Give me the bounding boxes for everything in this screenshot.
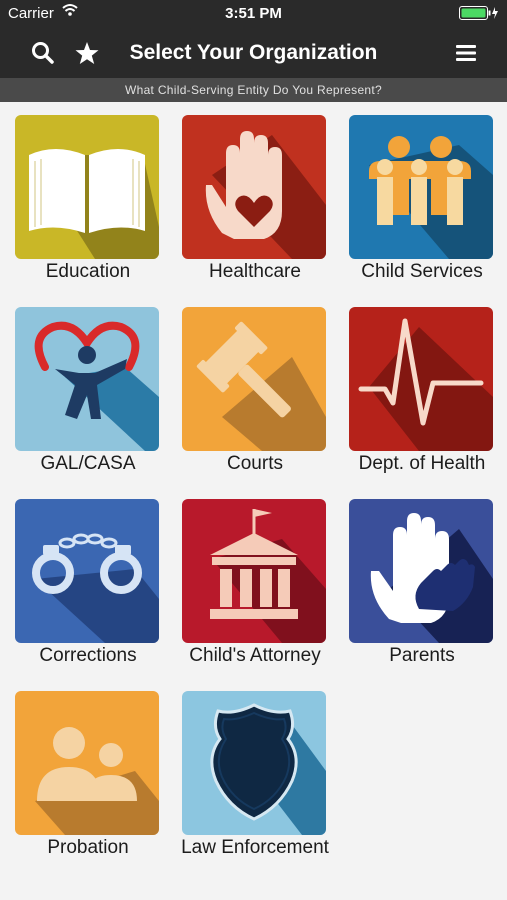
gavel-icon	[182, 307, 326, 451]
heart-hand-icon	[182, 115, 326, 259]
tile-courts[interactable]: Courts	[175, 307, 335, 491]
tile-healthcare[interactable]: Healthcare	[175, 115, 335, 299]
tile-label: Courts	[227, 453, 283, 474]
courthouse-icon	[182, 499, 326, 643]
child-heart-icon	[15, 307, 159, 451]
tile-label: Law Enforcement	[181, 837, 329, 858]
heartbeat-icon	[349, 307, 493, 451]
subheader: What Child-Serving Entity Do You Represe…	[0, 78, 507, 102]
menu-icon[interactable]	[453, 40, 479, 66]
battery-icon	[459, 6, 499, 24]
tile-label: Parents	[389, 645, 455, 666]
tile-probation[interactable]: Probation	[8, 691, 168, 875]
handcuffs-icon	[15, 499, 159, 643]
tile-label: GAL/CASA	[40, 453, 136, 474]
tile-childs-attorney[interactable]: Child's Attorney	[175, 499, 335, 683]
tile-label: Probation	[47, 837, 129, 858]
tile-child-services[interactable]: Child Services	[342, 115, 502, 299]
page-title: Select Your Organization	[129, 41, 378, 64]
hands-icon	[349, 499, 493, 643]
tile-corrections[interactable]: Corrections	[8, 499, 168, 683]
tile-label: Corrections	[39, 645, 137, 666]
tile-label: Child's Attorney	[189, 645, 321, 666]
tile-label: Dept. of Health	[358, 453, 486, 474]
tile-education[interactable]: Education	[8, 115, 168, 299]
tile-dept-of-health[interactable]: Dept. of Health	[342, 307, 502, 491]
status-time: 3:51 PM	[225, 5, 282, 22]
family-icon	[349, 115, 493, 259]
tile-label: Education	[45, 261, 131, 282]
badge-icon	[182, 691, 326, 835]
tile-gal-casa[interactable]: GAL/CASA	[8, 307, 168, 491]
tile-label: Healthcare	[209, 261, 301, 282]
book-icon	[15, 115, 159, 259]
tile-law-enforcement[interactable]: Law Enforcement	[175, 691, 335, 875]
navigation-bar: Select Your Organization	[0, 28, 507, 78]
tile-label: Child Services	[361, 261, 483, 282]
status-bar: Carrier 3:51 PM	[0, 0, 507, 28]
people-icon	[15, 691, 159, 835]
tile-parents[interactable]: Parents	[342, 499, 502, 683]
